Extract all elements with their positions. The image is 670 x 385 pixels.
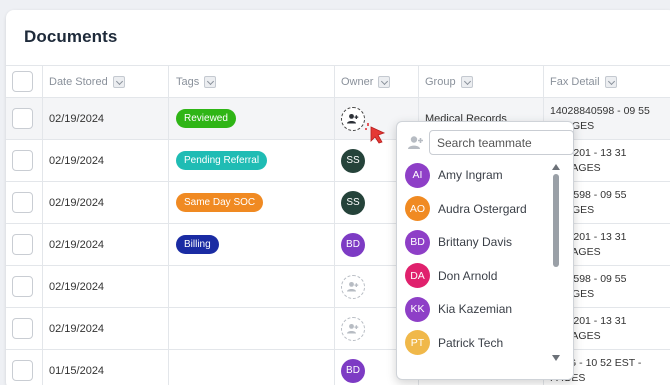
page-title: Documents (24, 27, 118, 46)
assign-owner-button[interactable] (341, 316, 365, 341)
filter-toggle-icon[interactable] (112, 75, 125, 88)
filter-toggle-icon[interactable] (204, 75, 217, 88)
row-checkbox-cell[interactable] (12, 224, 33, 265)
person-plus-icon (347, 113, 359, 123)
owner-cell[interactable]: BD (341, 350, 365, 385)
scrollbar-thumb[interactable] (553, 174, 559, 267)
owner-cell[interactable] (341, 266, 365, 307)
date-stored-cell: 02/19/2024 (49, 224, 104, 265)
filter-toggle-icon[interactable] (460, 75, 473, 88)
row-checkbox-cell[interactable] (12, 140, 33, 181)
tags-cell[interactable]: Same Day SOC (176, 182, 264, 223)
row-checkbox[interactable] (12, 192, 33, 213)
row-checkbox-cell[interactable] (12, 98, 33, 139)
date-stored: 02/19/2024 (49, 154, 105, 167)
date-stored-cell: 02/19/2024 (49, 98, 104, 139)
teammate-name: Amy Ingram (438, 168, 503, 182)
date-stored: 02/19/2024 (49, 196, 105, 209)
teammate-option[interactable]: BD Brittany Davis (405, 228, 512, 256)
person-plus-icon (347, 281, 359, 291)
owner-cell[interactable]: BD (341, 224, 365, 265)
mouse-pointer-icon (365, 123, 386, 144)
owner-avatar[interactable]: SS (341, 190, 365, 215)
row-checkbox-cell[interactable] (12, 182, 33, 223)
date-stored-cell: 01/15/2024 (49, 350, 104, 385)
teammate-name: Don Arnold (438, 268, 498, 283)
row-checkbox[interactable] (12, 150, 33, 171)
teammate-avatar: KK (405, 296, 430, 322)
date-stored: 02/19/2024 (49, 280, 105, 293)
person-plus-icon (408, 136, 423, 149)
fax-detail-line: 14028840598 - 09 55 (550, 104, 650, 117)
tag-badge[interactable]: Reviewed (176, 109, 236, 128)
owner-cell[interactable] (341, 98, 365, 139)
row-checkbox[interactable] (12, 318, 33, 339)
person-plus-icon (347, 323, 359, 333)
date-stored: 02/19/2024 (49, 238, 105, 251)
teammate-avatar: BD (405, 229, 430, 255)
tag-badge[interactable]: Billing (176, 235, 219, 254)
date-stored-cell: 02/19/2024 (49, 140, 104, 181)
table-header: Date Stored Tags Owner Group Fax Detail (6, 65, 670, 98)
row-checkbox-cell[interactable] (12, 308, 33, 349)
column-header-tags[interactable]: Tags (176, 66, 217, 97)
row-checkbox[interactable] (12, 360, 33, 381)
select-all-checkbox[interactable] (12, 71, 33, 92)
owner-cell[interactable]: SS (341, 182, 365, 223)
owner-cell[interactable]: SS (341, 140, 365, 181)
owner-avatar[interactable]: BD (341, 358, 365, 383)
teammate-option[interactable]: PT Patrick Tech (405, 329, 503, 357)
date-stored-cell: 02/19/2024 (49, 182, 104, 223)
column-header-fax[interactable]: Fax Detail (550, 66, 617, 97)
select-all-checkbox-cell[interactable] (12, 66, 33, 97)
teammate-option[interactable]: AO Audra Ostergard (405, 195, 527, 223)
teammate-avatar: AI (405, 162, 430, 188)
date-stored-cell: 02/19/2024 (49, 308, 104, 349)
teammate-name: Patrick Tech (438, 335, 504, 350)
date-stored: 02/19/2024 (49, 322, 105, 335)
row-checkbox[interactable] (12, 276, 33, 297)
teammate-avatar: DA (405, 263, 430, 288)
teammate-name: Kia Kazemian (438, 302, 513, 316)
tags-cell[interactable]: Pending Referral (176, 140, 268, 181)
filter-toggle-icon[interactable] (378, 75, 391, 88)
assign-owner-button[interactable] (341, 274, 365, 299)
owner-avatar[interactable]: BD (341, 232, 365, 257)
date-stored-cell: 02/19/2024 (49, 266, 104, 307)
row-checkbox[interactable] (12, 234, 33, 255)
date-stored: 01/15/2024 (49, 364, 105, 377)
tags-cell[interactable]: Billing (176, 224, 219, 265)
column-header-group[interactable]: Group (425, 66, 473, 97)
row-checkbox[interactable] (12, 108, 33, 129)
teammate-avatar: AO (405, 196, 430, 221)
owner-cell[interactable] (341, 308, 365, 349)
teammate-avatar: PT (405, 330, 430, 355)
row-checkbox-cell[interactable] (12, 350, 33, 385)
teammate-search-row (405, 130, 574, 155)
teammate-option[interactable]: KK Kia Kazemian (405, 295, 512, 323)
teammate-option[interactable]: AI Amy Ingram (405, 161, 503, 189)
tag-badge[interactable]: Pending Referral (176, 151, 268, 170)
scroll-down-arrow-icon[interactable] (552, 355, 560, 361)
column-header-owner[interactable]: Owner (341, 66, 391, 97)
filter-toggle-icon[interactable] (604, 75, 617, 88)
teammate-name: Brittany Davis (438, 235, 513, 249)
date-stored: 02/19/2024 (49, 112, 105, 125)
dropdown-scrollbar[interactable] (552, 162, 560, 367)
tags-cell[interactable]: Reviewed (176, 98, 236, 139)
teammate-name: Audra Ostergard (438, 201, 527, 216)
owner-avatar[interactable]: SS (341, 148, 365, 173)
row-checkbox-cell[interactable] (12, 266, 33, 307)
teammate-search-input[interactable] (429, 130, 574, 155)
assign-owner-button[interactable] (341, 106, 365, 131)
tag-badge[interactable]: Same Day SOC (176, 193, 264, 212)
teammate-option[interactable]: DA Don Arnold (405, 262, 497, 290)
assign-owner-dropdown: AI Amy Ingram AO Audra Ostergard BD Brittany … (396, 121, 574, 380)
scroll-up-arrow-icon[interactable] (552, 164, 560, 170)
column-header-date[interactable]: Date Stored (49, 66, 125, 97)
